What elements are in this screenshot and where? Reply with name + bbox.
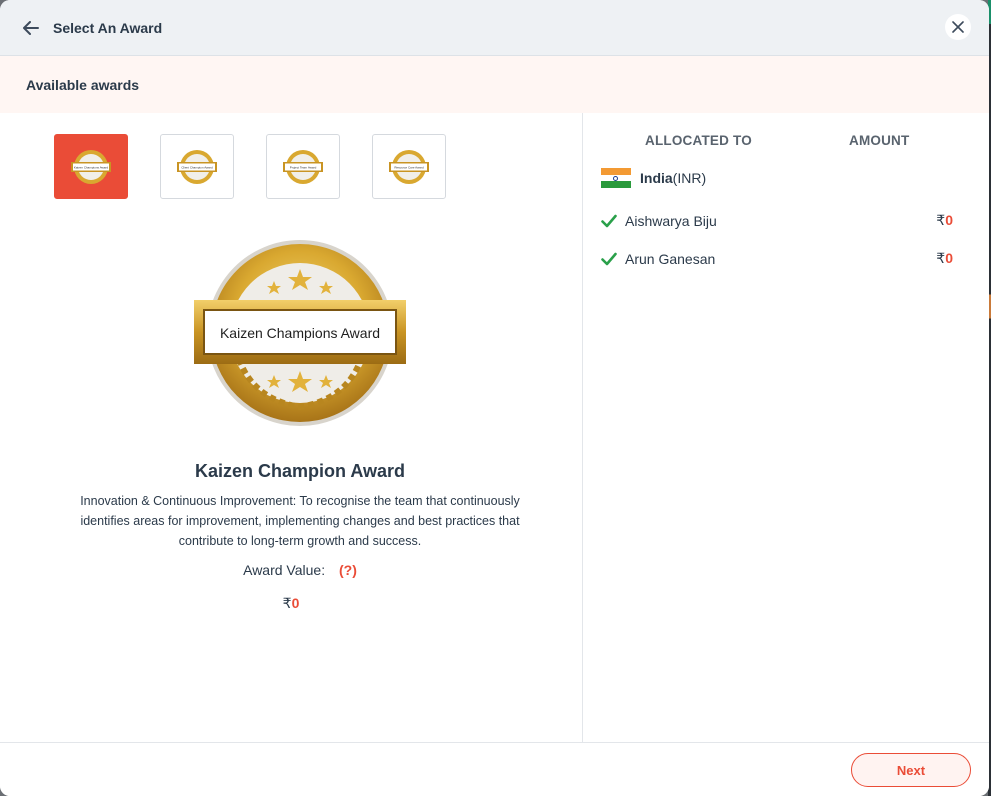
svg-text:Kaizen Champions Award: Kaizen Champions Award	[74, 165, 109, 169]
award-option-kaizen[interactable]: Kaizen Champions Award	[54, 134, 128, 199]
check-icon	[601, 214, 617, 227]
medal-icon: Project Team Award	[283, 149, 323, 184]
recipient-amount: ₹0	[936, 212, 953, 228]
award-detail-pane: Kaizen Champions Award Client Champion A…	[0, 113, 583, 742]
award-value-amount: ₹0	[0, 595, 582, 612]
recipient-amount: ₹0	[936, 250, 953, 266]
modal-title: Select An Award	[53, 19, 163, 36]
medal-icon: Kaizen Champions Award	[71, 149, 111, 184]
allocated-to-header: ALLOCATED TO	[645, 133, 752, 148]
award-description: Innovation & Continuous Improvement: To …	[80, 494, 520, 548]
india-flag-icon	[601, 168, 631, 189]
award-option-project-team[interactable]: Project Team Award	[266, 134, 340, 199]
award-option-resource-care[interactable]: Resource Care Award	[372, 134, 446, 199]
modal-header: Select An Award	[0, 0, 989, 56]
medal-icon: Resource Care Award	[389, 149, 429, 184]
award-medal-image: Kaizen Champions Award	[194, 240, 406, 426]
allocation-row: Aishwarya Biju ₹0	[601, 212, 953, 229]
svg-text:Client Champion Award: Client Champion Award	[181, 165, 213, 169]
check-icon	[601, 252, 617, 265]
award-options: Kaizen Champions Award Client Champion A…	[54, 134, 446, 199]
available-awards-bar: Available awards	[0, 56, 989, 113]
allocation-pane: ALLOCATED TO AMOUNT India (INR) Aishwarya…	[583, 113, 989, 742]
recipient-name: Aishwarya Biju	[625, 212, 717, 229]
medal-icon: Client Champion Award	[177, 149, 217, 184]
allocation-row: Arun Ganesan ₹0	[601, 250, 953, 267]
close-icon[interactable]	[945, 14, 971, 40]
award-name: Kaizen Champion Award	[194, 461, 406, 481]
next-button[interactable]: Next	[851, 753, 971, 787]
amount-header: AMOUNT	[849, 133, 910, 148]
currency-symbol: ₹	[282, 595, 292, 611]
recipient-name: Arun Ganesan	[625, 250, 716, 267]
award-value-help[interactable]: (?)	[339, 562, 357, 578]
award-value-label: Award Value:	[243, 562, 326, 578]
country-row: India (INR)	[601, 168, 707, 189]
award-value-row: Award Value: (?)	[0, 562, 600, 578]
amount-value: 0	[291, 595, 300, 611]
modal-footer: Next	[0, 742, 989, 796]
modal-content: Kaizen Champions Award Client Champion A…	[0, 113, 989, 742]
available-awards-heading: Available awards	[26, 76, 140, 93]
back-arrow-icon[interactable]	[20, 17, 42, 39]
svg-text:Resource Care Award: Resource Care Award	[394, 165, 424, 169]
country-currency: (INR)	[672, 170, 707, 186]
svg-text:Project Team Award: Project Team Award	[290, 165, 317, 169]
award-option-client-champion[interactable]: Client Champion Award	[160, 134, 234, 199]
select-award-modal: Select An Award Available awards Kaizen …	[0, 0, 989, 796]
award-medal-banner: Kaizen Champions Award	[220, 325, 380, 341]
country-name: India	[640, 170, 673, 186]
